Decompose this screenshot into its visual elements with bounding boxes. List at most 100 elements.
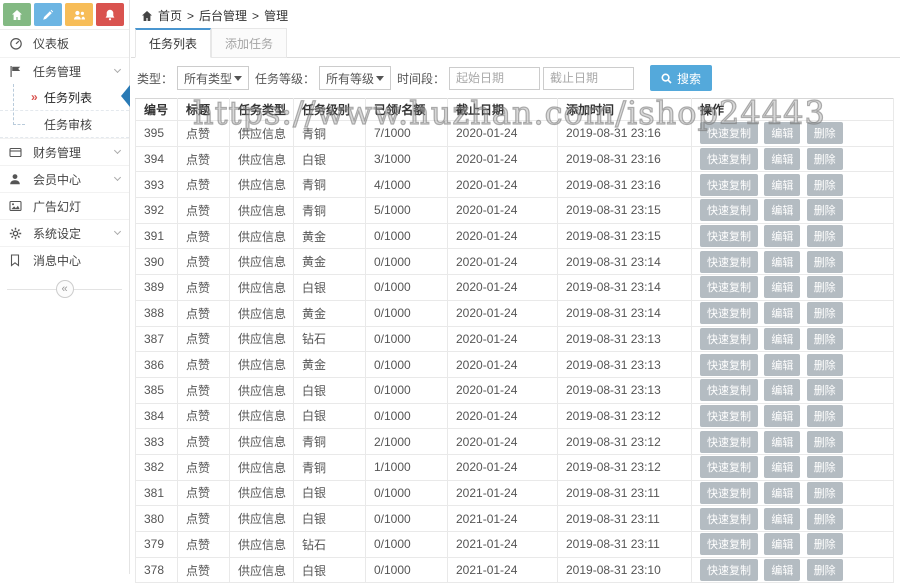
delete-button[interactable]: 删除	[806, 148, 843, 171]
edit-button[interactable]: 编辑	[764, 507, 801, 530]
col-level: 任务级别	[293, 98, 366, 121]
sidebar-item-member-center[interactable]: 会员中心	[0, 165, 129, 192]
edit-button[interactable]: 编辑	[764, 276, 801, 299]
quick-copy-button[interactable]: 快速复制	[700, 379, 758, 402]
quick-copy-button[interactable]: 快速复制	[700, 430, 758, 453]
quick-copy-button[interactable]: 快速复制	[700, 276, 758, 299]
cell-deadline: 2020-01-24	[447, 197, 558, 224]
sidebar-item-task-review[interactable]: 任务审核	[0, 111, 129, 138]
quick-action-bar	[0, 0, 129, 30]
quick-copy-button[interactable]: 快速复制	[700, 533, 758, 556]
edit-button[interactable]: 编辑	[764, 456, 801, 479]
sidebar-item-task-management[interactable]: 任务管理	[0, 57, 129, 84]
quick-copy-button[interactable]: 快速复制	[700, 225, 758, 248]
type-select[interactable]: 所有类型	[177, 66, 250, 90]
sidebar-item-dashboard[interactable]: 仪表板	[0, 30, 129, 57]
cell-level: 青铜	[293, 197, 366, 224]
edit-button[interactable]: 编辑	[764, 225, 801, 248]
cell-created: 2019-08-31 23:16	[557, 145, 692, 173]
delete-button[interactable]: 删除	[806, 353, 843, 376]
sidebar-collapse-button[interactable]: «	[55, 280, 74, 298]
cell-deadline: 2020-01-24	[447, 453, 558, 481]
delete-button[interactable]: 删除	[806, 302, 843, 325]
search-button[interactable]: 搜索	[650, 65, 713, 91]
edit-button[interactable]: 编辑	[764, 353, 801, 376]
edit-button-top[interactable]	[34, 3, 62, 26]
cell-title: 点赞	[177, 222, 230, 250]
delete-button[interactable]: 删除	[806, 379, 843, 402]
cell-level: 黄金	[293, 351, 366, 378]
breadcrumb-admin[interactable]: 后台管理	[199, 7, 247, 24]
quick-copy-button[interactable]: 快速复制	[700, 404, 758, 427]
edit-button[interactable]: 编辑	[764, 302, 801, 325]
edit-button[interactable]: 编辑	[764, 250, 801, 273]
quick-copy-button[interactable]: 快速复制	[700, 481, 758, 504]
delete-button[interactable]: 删除	[806, 404, 843, 427]
edit-button[interactable]: 编辑	[764, 327, 801, 350]
sidebar-item-message-center[interactable]: 消息中心	[0, 246, 129, 273]
quick-copy-button[interactable]: 快速复制	[700, 456, 758, 479]
cell-level: 钻石	[293, 531, 366, 558]
edit-button[interactable]: 编辑	[764, 559, 801, 582]
edit-button[interactable]: 编辑	[764, 533, 801, 556]
sidebar-item-task-list[interactable]: » 任务列表	[0, 84, 129, 111]
quick-copy-button[interactable]: 快速复制	[700, 148, 758, 171]
breadcrumb-home[interactable]: 首页	[158, 7, 182, 24]
cell-quota: 2/1000	[365, 428, 448, 455]
delete-button[interactable]: 删除	[806, 481, 843, 504]
edit-button[interactable]: 编辑	[764, 173, 801, 196]
sidebar-item-system-settings[interactable]: 系统设定	[0, 219, 129, 246]
cell-level: 黄金	[293, 248, 366, 276]
cell-deadline: 2020-01-24	[447, 402, 558, 430]
sidebar-item-ad-slides[interactable]: 广告幻灯	[0, 192, 129, 219]
tab-add-task[interactable]: 添加任务	[211, 28, 288, 58]
delete-button[interactable]: 删除	[806, 533, 843, 556]
delete-button[interactable]: 删除	[806, 430, 843, 453]
quick-copy-button[interactable]: 快速复制	[700, 327, 758, 350]
quick-copy-button[interactable]: 快速复制	[700, 199, 758, 222]
edit-button[interactable]: 编辑	[764, 148, 801, 171]
cell-actions: 快速复制 编辑 删除	[691, 299, 894, 327]
sidebar-item-label: 消息中心	[33, 253, 82, 268]
select-arrow-icon	[376, 75, 385, 81]
delete-button[interactable]: 删除	[806, 559, 843, 582]
quick-copy-button[interactable]: 快速复制	[700, 250, 758, 273]
tab-task-list[interactable]: 任务列表	[135, 28, 212, 58]
delete-button[interactable]: 删除	[806, 122, 843, 145]
quick-copy-button[interactable]: 快速复制	[700, 507, 758, 530]
sidebar-item-finance[interactable]: 财务管理	[0, 138, 129, 165]
task-management-submenu: » 任务列表 任务审核	[0, 84, 129, 138]
edit-button[interactable]: 编辑	[764, 379, 801, 402]
delete-button[interactable]: 删除	[806, 327, 843, 350]
delete-button[interactable]: 删除	[806, 225, 843, 248]
edit-button[interactable]: 编辑	[764, 122, 801, 145]
end-date-input[interactable]	[543, 66, 635, 90]
table-row: 387 点赞 供应信息 钻石 0/1000 2020-01-24 2019-08…	[135, 325, 894, 353]
delete-button[interactable]: 删除	[806, 507, 843, 530]
delete-button[interactable]: 删除	[806, 276, 843, 299]
delete-button[interactable]: 删除	[806, 456, 843, 479]
quick-copy-button[interactable]: 快速复制	[700, 559, 758, 582]
cell-actions: 快速复制 编辑 删除	[691, 351, 894, 378]
quick-copy-button[interactable]: 快速复制	[700, 173, 758, 196]
quick-copy-button[interactable]: 快速复制	[700, 353, 758, 376]
table-row: 391 点赞 供应信息 黄金 0/1000 2020-01-24 2019-08…	[135, 222, 894, 250]
cell-quota: 0/1000	[365, 248, 448, 276]
delete-button[interactable]: 删除	[806, 199, 843, 222]
delete-button[interactable]: 删除	[806, 173, 843, 196]
edit-button[interactable]: 编辑	[764, 404, 801, 427]
edit-button[interactable]: 编辑	[764, 199, 801, 222]
home-button[interactable]	[3, 3, 31, 26]
cell-created: 2019-08-31 23:12	[557, 453, 692, 481]
quick-copy-button[interactable]: 快速复制	[700, 302, 758, 325]
notifications-button[interactable]	[96, 3, 124, 26]
delete-button[interactable]: 删除	[806, 250, 843, 273]
users-button[interactable]	[65, 3, 93, 26]
level-select[interactable]: 所有等级	[319, 66, 392, 90]
start-date-input[interactable]	[449, 66, 541, 90]
edit-button[interactable]: 编辑	[764, 481, 801, 504]
cell-actions: 快速复制 编辑 删除	[691, 248, 894, 276]
quick-copy-button[interactable]: 快速复制	[700, 122, 758, 145]
cell-id: 390	[135, 248, 178, 276]
edit-button[interactable]: 编辑	[764, 430, 801, 453]
